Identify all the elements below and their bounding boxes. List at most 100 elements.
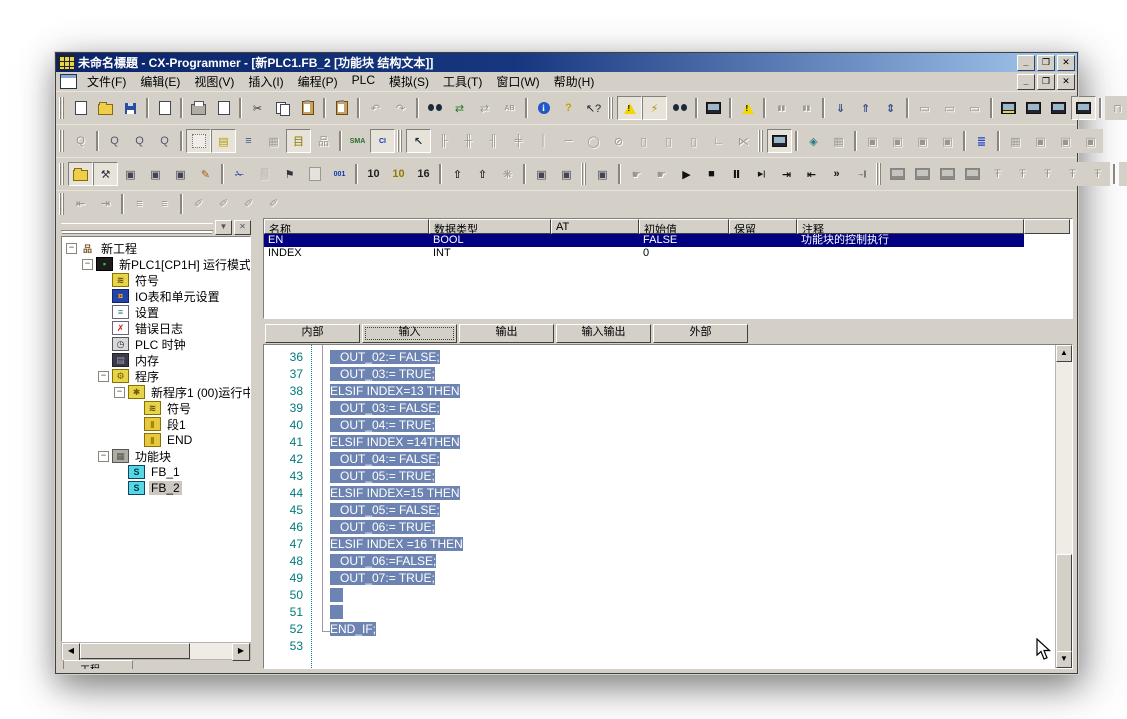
tab-内部[interactable]: 内部 bbox=[265, 324, 360, 343]
toggle-watch-window-button[interactable]: ▣ bbox=[118, 162, 143, 186]
watch-window-2-button[interactable]: ▣ bbox=[1053, 129, 1078, 153]
debug-mode-button[interactable]: ▭ bbox=[937, 96, 962, 120]
zoom-select-button[interactable]: Q bbox=[68, 129, 93, 153]
code-line-36[interactable]: 36 OUT_02:= FALSE; bbox=[264, 350, 1056, 367]
change-all-button[interactable]: ⇄ bbox=[472, 96, 497, 120]
tree-item--1[interactable]: ▮段1 bbox=[62, 416, 250, 432]
code-line-39[interactable]: 39 OUT_03:= FALSE; bbox=[264, 401, 1056, 418]
mdi-close-button[interactable]: ✕ bbox=[1057, 74, 1075, 90]
print-button[interactable] bbox=[186, 96, 211, 120]
menu-item-5[interactable]: 编程(P) bbox=[291, 72, 345, 92]
tab-外部[interactable]: 外部 bbox=[653, 324, 748, 343]
debug-hand-2-button[interactable]: ☛ bbox=[649, 162, 674, 186]
code-line-47[interactable]: 47ELSIF INDEX =16 THEN bbox=[264, 537, 1056, 554]
workspace-tab-project[interactable]: 工程 bbox=[63, 660, 133, 669]
st-editor-body[interactable]: 36 OUT_02:= FALSE;37 OUT_03:= TRUE;38ELS… bbox=[264, 345, 1056, 668]
mdi-minimize-button[interactable]: _ bbox=[1017, 74, 1035, 90]
tree-expander[interactable]: − bbox=[82, 259, 93, 270]
edit-pen-off-button[interactable]: ✐ bbox=[261, 192, 286, 216]
watch-window-3-button[interactable]: ▣ bbox=[1078, 129, 1103, 153]
paste-button[interactable] bbox=[295, 96, 320, 120]
decrease-indent-button[interactable]: ⇤ bbox=[68, 192, 93, 216]
context-help-button[interactable]: ↖? bbox=[581, 96, 606, 120]
find-button[interactable] bbox=[422, 96, 447, 120]
pause-2-button[interactable]: ▮▮ bbox=[794, 96, 819, 120]
new-instruction-button[interactable]: ▯ bbox=[656, 129, 681, 153]
download-comments-button[interactable]: ⇧ bbox=[470, 162, 495, 186]
upload-comments-button[interactable]: ⇧ bbox=[445, 162, 470, 186]
toggle-address-reference-tool-button[interactable]: ▣ bbox=[168, 162, 193, 186]
simulation-monitor-3-button[interactable] bbox=[935, 162, 960, 186]
zoom-to-fit-button[interactable]: Q bbox=[152, 129, 177, 153]
compile-program-button[interactable]: ✁ bbox=[227, 162, 252, 186]
show-rung-comments-button[interactable]: ≡ bbox=[236, 129, 261, 153]
variable-row-index[interactable]: INDEXINT0 bbox=[264, 247, 1072, 260]
variable-column-header-名称[interactable]: 名称 bbox=[264, 219, 429, 234]
toolbar-grip[interactable] bbox=[608, 97, 613, 119]
show-rungs-button[interactable]: 目 bbox=[286, 129, 311, 153]
toolbar-grip[interactable] bbox=[397, 130, 402, 152]
menu-item-2[interactable]: 编辑(E) bbox=[133, 72, 187, 92]
show-rung-tree-button[interactable]: 品 bbox=[311, 129, 336, 153]
new-instruction-2-button[interactable]: ▯ bbox=[681, 129, 706, 153]
differential-trace-button[interactable]: ▦ bbox=[826, 129, 851, 153]
step-run-button[interactable]: ▶| bbox=[749, 162, 774, 186]
tree-item-fb_2[interactable]: SFB_2 bbox=[62, 480, 250, 496]
tree-item--[interactable]: ≋符号 bbox=[62, 272, 250, 288]
binary-view-button[interactable]: 001 bbox=[327, 162, 352, 186]
mnemonics-view-button[interactable]: SMA bbox=[345, 129, 370, 153]
variable-column-header-spacer[interactable] bbox=[1024, 219, 1070, 234]
cross-reference-button[interactable]: ≣ bbox=[969, 129, 994, 153]
toolbar-grip[interactable] bbox=[876, 163, 881, 185]
show-symbol-bar-button[interactable]: ▤ bbox=[211, 129, 236, 153]
force-off-button[interactable]: ▣ bbox=[885, 129, 910, 153]
simulation-monitor-4-button[interactable] bbox=[960, 162, 985, 186]
program-check-button[interactable]: ⚑ bbox=[277, 162, 302, 186]
variable-column-header-注释[interactable]: 注释 bbox=[797, 219, 1024, 234]
delete-connection-button[interactable]: ∟ bbox=[706, 129, 731, 153]
menu-item-6[interactable]: PLC bbox=[345, 72, 382, 92]
set-value-button[interactable]: ▣ bbox=[935, 129, 960, 153]
new-file-button[interactable] bbox=[68, 96, 93, 120]
menu-item-1[interactable]: 文件(F) bbox=[80, 72, 133, 92]
toolbar-grip[interactable] bbox=[59, 163, 64, 185]
simulator-stop-button[interactable]: ■ bbox=[699, 162, 724, 186]
toggle-cross-reference-report-button[interactable]: ▣ bbox=[143, 162, 168, 186]
scroll-down-button[interactable]: ▼ bbox=[1056, 651, 1072, 668]
menu-item-3[interactable]: 视图(V) bbox=[187, 72, 241, 92]
help-topics-button[interactable]: ? bbox=[556, 96, 581, 120]
tab-输入输出[interactable]: 输入输出 bbox=[556, 324, 651, 343]
tab-输出[interactable]: 输出 bbox=[459, 324, 554, 343]
watch-window-1-button[interactable]: ▣ bbox=[1028, 129, 1053, 153]
io-comment-view-button[interactable]: ◈ bbox=[801, 129, 826, 153]
transfer-to-plc-button[interactable]: ⇓ bbox=[828, 96, 853, 120]
step-out-button[interactable]: ⇤ bbox=[799, 162, 824, 186]
tree-expander[interactable]: − bbox=[98, 371, 109, 382]
redo-button[interactable]: ↷ bbox=[388, 96, 413, 120]
breakpoint-set-button[interactable]: Ŧ bbox=[985, 162, 1010, 186]
variable-column-header-AT[interactable]: AT bbox=[551, 219, 639, 234]
copy-button[interactable] bbox=[270, 96, 295, 120]
scan-run-button[interactable]: →| bbox=[849, 162, 874, 186]
zoom-out-button[interactable]: Q bbox=[127, 129, 152, 153]
code-line-38[interactable]: 38ELSIF INDEX=13 THEN bbox=[264, 384, 1056, 401]
monitor-decimal-button[interactable]: 10 bbox=[361, 162, 386, 186]
replace-button[interactable]: ⇄ bbox=[447, 96, 472, 120]
monitor-window-2-button[interactable] bbox=[1021, 96, 1046, 120]
new-vertical-line-button[interactable]: │ bbox=[531, 129, 556, 153]
toolbar-grip[interactable] bbox=[59, 130, 64, 152]
tree-item-io-[interactable]: ¤IO表和单元设置 bbox=[62, 288, 250, 304]
code-line-52[interactable]: 52END_IF; bbox=[264, 622, 1056, 639]
compare-with-plc-button[interactable]: ⇕ bbox=[878, 96, 903, 120]
breakpoint-enable-button[interactable]: Ŧ bbox=[1060, 162, 1085, 186]
code-line-48[interactable]: 48 OUT_06:=FALSE; bbox=[264, 554, 1056, 571]
variable-column-header-保留[interactable]: 保留 bbox=[729, 219, 797, 234]
simulator-run-button[interactable]: ▶ bbox=[674, 162, 699, 186]
scroll-up-button[interactable]: ▲ bbox=[1056, 345, 1072, 362]
select-mode-button[interactable]: ↖ bbox=[406, 129, 431, 153]
release-comment-memory-button[interactable]: ❋ bbox=[495, 162, 520, 186]
pause-1-button[interactable]: ▮▮ bbox=[769, 96, 794, 120]
tree-item--[interactable]: −▦功能块 bbox=[62, 448, 250, 464]
code-line-45[interactable]: 45 OUT_05:= FALSE; bbox=[264, 503, 1056, 520]
tab-输入[interactable]: 输入 bbox=[362, 324, 457, 343]
